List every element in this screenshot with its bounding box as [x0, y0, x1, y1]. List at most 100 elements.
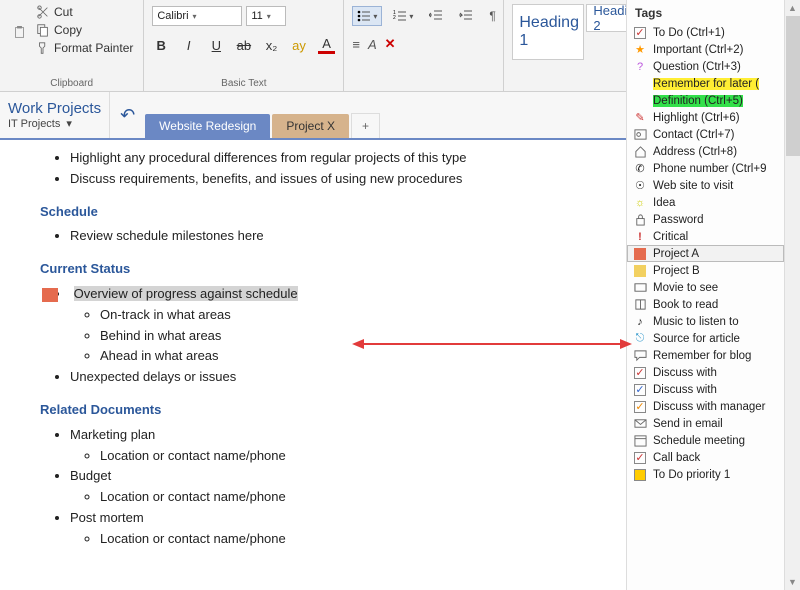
paste-button[interactable]: [8, 4, 30, 60]
tag-label: Schedule meeting: [653, 435, 745, 447]
tag-item[interactable]: Definition (Ctrl+5): [627, 92, 784, 109]
tab-project-x[interactable]: Project X: [272, 114, 349, 138]
indent-button[interactable]: [454, 6, 478, 26]
mail-icon: [633, 417, 647, 431]
tag-label: Project B: [653, 265, 700, 277]
tab-website-redesign[interactable]: Website Redesign: [145, 114, 270, 138]
cut-label: Cut: [54, 5, 73, 19]
outdent-button[interactable]: [424, 6, 448, 26]
tag-item[interactable]: ✓To Do (Ctrl+1): [627, 24, 784, 41]
align-button[interactable]: ≡: [352, 37, 360, 52]
copy-button[interactable]: Copy: [34, 22, 135, 38]
scroll-down-button[interactable]: ▼: [785, 574, 800, 590]
tag-item[interactable]: Remember for later (: [627, 75, 784, 92]
paragraph-options-button[interactable]: ¶: [484, 6, 500, 26]
basic-text-group: Calibri▾ 11▾ B I U ab x₂ ay A Basic Text: [144, 0, 344, 91]
font-color-button[interactable]: A: [318, 36, 336, 54]
tag-label: Discuss with: [653, 367, 717, 379]
tag-item[interactable]: ✎Highlight (Ctrl+6): [627, 109, 784, 126]
tag-item[interactable]: ☼Idea: [627, 194, 784, 211]
scroll-thumb[interactable]: [786, 16, 800, 156]
tag-item[interactable]: Project B: [627, 262, 784, 279]
vertical-scrollbar[interactable]: ▲ ▼: [784, 0, 800, 590]
brush-icon: [36, 41, 50, 55]
heading-schedule[interactable]: Schedule: [40, 202, 606, 223]
paragraph-group: ▾ 12▾ ¶ ≡ A ✕: [344, 0, 504, 91]
tag-item[interactable]: ?Question (Ctrl+3): [627, 58, 784, 75]
underline-button[interactable]: U: [208, 38, 226, 53]
tag-item[interactable]: Send in email: [627, 415, 784, 432]
format-painter-button[interactable]: Format Painter: [34, 40, 135, 56]
tag-item[interactable]: Password: [627, 211, 784, 228]
tag-item[interactable]: !Critical: [627, 228, 784, 245]
tag-item[interactable]: Address (Ctrl+8): [627, 143, 784, 160]
heading-current-status[interactable]: Current Status: [40, 259, 606, 280]
cut-button[interactable]: Cut: [34, 4, 135, 20]
tag-item[interactable]: To Do priority 1: [627, 466, 784, 483]
tag-item[interactable]: ✓Discuss with: [627, 381, 784, 398]
tag-item[interactable]: Contact (Ctrl+7): [627, 126, 784, 143]
add-section-button[interactable]: +: [351, 113, 380, 138]
tag-item[interactable]: ✆ Phone number (Ctrl+9: [627, 160, 784, 177]
checkbox-red-icon: ✓: [633, 451, 647, 465]
tag-label: Highlight (Ctrl+6): [653, 112, 740, 124]
list-item[interactable]: Location or contact name/phone: [100, 446, 606, 467]
list-item[interactable]: Marketing plan Location or contact name/…: [70, 425, 606, 467]
tag-item[interactable]: ⎋Source for article: [627, 330, 784, 347]
scroll-up-button[interactable]: ▲: [785, 0, 800, 16]
tag-item[interactable]: ✓Call back: [627, 449, 784, 466]
tag-item[interactable]: Remember for blog: [627, 347, 784, 364]
tag-item[interactable]: Schedule meeting: [627, 432, 784, 449]
tag-item[interactable]: Project A: [627, 245, 784, 262]
list-item[interactable]: On-track in what areas: [100, 305, 606, 326]
bold-button[interactable]: B: [152, 38, 170, 53]
blank-icon: [633, 94, 647, 108]
phone-icon: ✆: [633, 162, 647, 176]
selected-text[interactable]: Overview of progress against schedule: [74, 286, 298, 301]
font-size-combo[interactable]: 11▾: [246, 6, 286, 26]
tag-item[interactable]: ✓Discuss with: [627, 364, 784, 381]
tag-item[interactable]: ☉Web site to visit: [627, 177, 784, 194]
clipboard-group-label: Clipboard: [8, 76, 135, 89]
list-item[interactable]: Unexpected delays or issues: [70, 367, 606, 388]
tag-label: Music to listen to: [653, 316, 739, 328]
page-content[interactable]: Highlight any procedural differences fro…: [0, 140, 626, 590]
list-item[interactable]: Highlight any procedural differences fro…: [70, 148, 606, 169]
tag-label: Critical: [653, 231, 688, 243]
list-item[interactable]: Discuss requirements, benefits, and issu…: [70, 169, 606, 190]
heading-related-docs[interactable]: Related Documents: [40, 400, 606, 421]
list-item[interactable]: Budget Location or contact name/phone: [70, 466, 606, 508]
bulleted-list-button[interactable]: ▾: [352, 6, 382, 26]
tag-label: Project A: [653, 248, 699, 260]
tags-title: Tags: [627, 0, 784, 24]
tag-item[interactable]: Movie to see: [627, 279, 784, 296]
list-item[interactable]: Location or contact name/phone: [100, 487, 606, 508]
numbered-list-button[interactable]: 12▾: [388, 6, 418, 26]
subscript-button[interactable]: x₂: [263, 38, 281, 53]
list-item[interactable]: Location or contact name/phone: [100, 529, 606, 550]
list-item[interactable]: Behind in what areas: [100, 326, 606, 347]
tag-item[interactable]: Book to read: [627, 296, 784, 313]
tag-item[interactable]: ✓Discuss with manager: [627, 398, 784, 415]
format-painter-label: Format Painter: [54, 41, 133, 55]
heading1-style[interactable]: Heading 1: [512, 4, 584, 60]
list-item[interactable]: Post mortem Location or contact name/pho…: [70, 508, 606, 550]
tag-label: Discuss with manager: [653, 401, 765, 413]
star-icon: ★: [633, 43, 647, 57]
svg-text:2: 2: [393, 15, 396, 21]
strike-button[interactable]: ab: [235, 38, 253, 53]
list-item[interactable]: Ahead in what areas: [100, 346, 606, 367]
list-item[interactable]: Review schedule milestones here: [70, 226, 606, 247]
tag-item[interactable]: ♪Music to listen to: [627, 313, 784, 330]
highlight-button[interactable]: ay: [290, 38, 308, 53]
delete-button[interactable]: ✕: [385, 36, 396, 52]
tag-label: Phone number (Ctrl+9: [653, 163, 766, 175]
notebook-picker[interactable]: Work Projects IT Projects▾: [0, 92, 110, 138]
tag-item[interactable]: ★Important (Ctrl+2): [627, 41, 784, 58]
clear-fmt-button[interactable]: A: [368, 37, 377, 52]
italic-button[interactable]: I: [180, 38, 198, 53]
list-item[interactable]: Overview of progress against schedule On…: [70, 284, 606, 367]
undo-button[interactable]: ↶: [110, 105, 145, 126]
font-name-combo[interactable]: Calibri▾: [152, 6, 242, 26]
tag-label: Discuss with: [653, 384, 717, 396]
